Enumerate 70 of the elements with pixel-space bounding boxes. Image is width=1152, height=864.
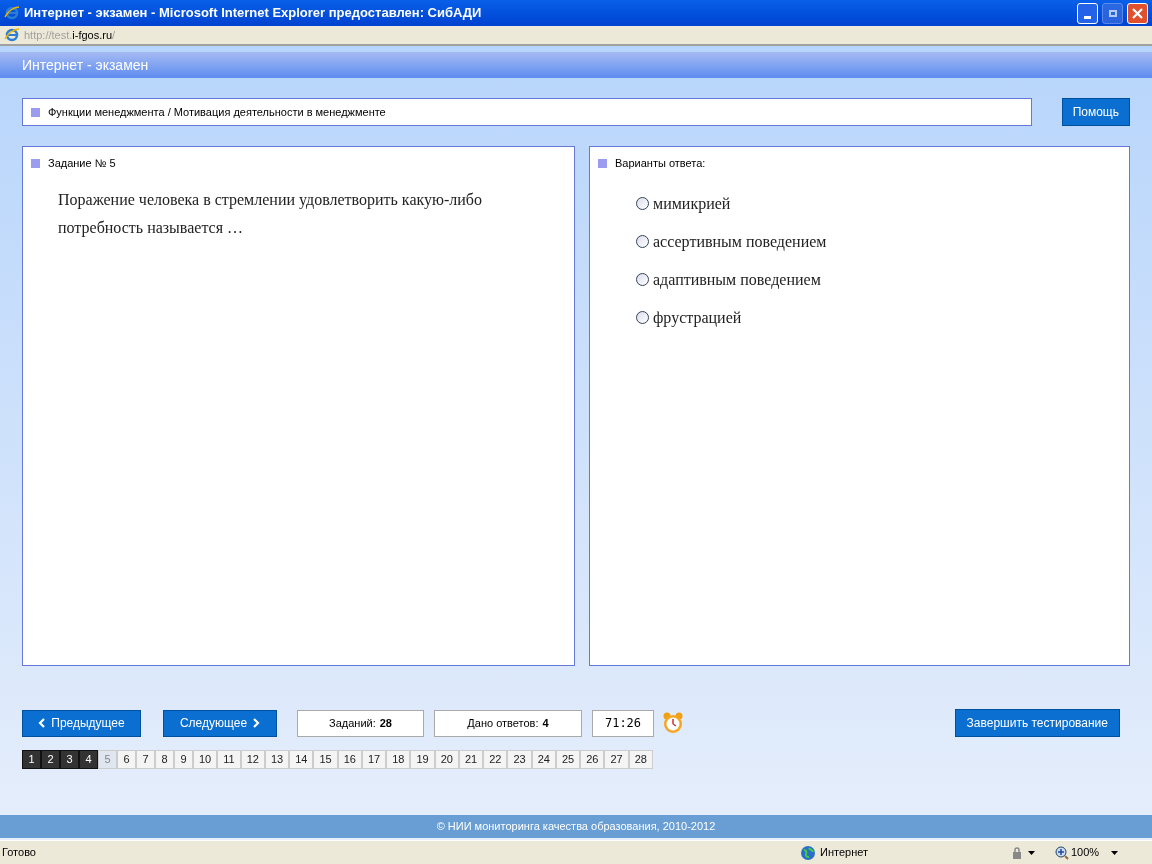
task-heading: Задание № 5 (48, 156, 116, 171)
dropdown-icon[interactable] (1028, 850, 1035, 855)
browser-icon (4, 5, 20, 21)
radio-button[interactable] (636, 311, 649, 324)
page-number[interactable]: 8 (155, 750, 174, 769)
answers-heading: Варианты ответа: (615, 156, 706, 171)
chevron-left-icon (38, 718, 46, 728)
question-text: Поражение человека в стремлении удовлетворить какую-либо потребность называется … (58, 189, 483, 239)
radio-button[interactable] (636, 235, 649, 248)
window-title: Интернет - экзамен - Microsoft Internet Explorer предоставлен: СибАДИ (24, 4, 483, 23)
page-number[interactable]: 25 (555, 750, 581, 769)
tasks-count: Заданий: 28 (297, 709, 424, 737)
chevron-right-icon (253, 718, 261, 728)
radio-button[interactable] (636, 197, 649, 210)
page-number[interactable]: 19 (410, 750, 435, 769)
radio-button[interactable] (636, 273, 649, 286)
previous-button[interactable]: Предыдущее (22, 709, 141, 737)
page-number[interactable]: 10 (193, 750, 218, 769)
answer-label[interactable]: ассертивным поведением (653, 229, 827, 254)
page-number[interactable]: 15 (313, 750, 338, 769)
bullet-icon (31, 158, 40, 168)
page-number[interactable]: 3 (60, 750, 79, 769)
page-number[interactable]: 14 (289, 750, 314, 769)
minimize-button[interactable] (1077, 2, 1098, 24)
globe-icon (800, 844, 816, 861)
page-number[interactable]: 13 (264, 750, 290, 769)
page-number[interactable]: 23 (507, 750, 532, 769)
page-number[interactable]: 27 (604, 750, 629, 769)
answer-label[interactable]: мимикрией (653, 191, 731, 216)
page-number[interactable]: 20 (434, 750, 459, 769)
page-number[interactable]: 12 (240, 750, 265, 769)
zoom-level[interactable]: 100% (1071, 844, 1111, 861)
app-title: Интернет - экзамен (22, 55, 149, 75)
status-text: Готово (1, 845, 37, 861)
answered-count: Дано ответов: 4 (434, 709, 582, 737)
bullet-icon (598, 158, 607, 168)
close-icon (1132, 7, 1143, 19)
copyright-text: © НИИ мониторинга качества образования, 2010-2012 (436, 819, 716, 835)
page-number[interactable]: 16 (337, 750, 362, 769)
finish-button[interactable]: Завершить тестирование (954, 709, 1120, 737)
bullet-icon (31, 107, 40, 117)
page-number[interactable]: 28 (628, 750, 653, 769)
page-number[interactable]: 22 (483, 750, 508, 769)
zoom-icon (1055, 845, 1069, 860)
page-number[interactable]: 4 (79, 750, 98, 769)
zone-text: Интернет (820, 845, 869, 861)
page-number[interactable]: 6 (117, 750, 136, 769)
page-number[interactable]: 11 (217, 750, 241, 769)
restore-button[interactable] (1102, 2, 1123, 24)
breadcrumb-text: Функции менеджмента / Мотивация деятельности в менеджменте (48, 104, 386, 120)
dropdown-icon[interactable] (1111, 850, 1118, 855)
page-number[interactable]: 7 (136, 750, 155, 769)
page-number[interactable]: 1 (22, 750, 41, 769)
lock-icon (1010, 845, 1024, 860)
page-number[interactable]: 24 (531, 750, 556, 769)
answer-label[interactable]: фрустрацией (653, 305, 742, 330)
page-icon (4, 27, 20, 43)
next-button[interactable]: Следующее (163, 709, 277, 737)
alarm-clock-icon (662, 711, 684, 735)
timer: 71:26 (592, 709, 654, 737)
close-button[interactable] (1127, 2, 1148, 24)
page-number[interactable]: 18 (386, 750, 411, 769)
page-number[interactable]: 9 (174, 750, 193, 769)
page-number[interactable]: 26 (580, 750, 605, 769)
page-number[interactable]: 21 (458, 750, 484, 769)
help-button[interactable]: Помощь (1061, 98, 1130, 126)
address-url[interactable]: http://test.i-fgos.ru/ (24, 26, 116, 44)
page-number[interactable]: 17 (361, 750, 387, 769)
page-number[interactable]: 2 (41, 750, 60, 769)
answer-label[interactable]: адаптивным поведением (653, 267, 821, 292)
